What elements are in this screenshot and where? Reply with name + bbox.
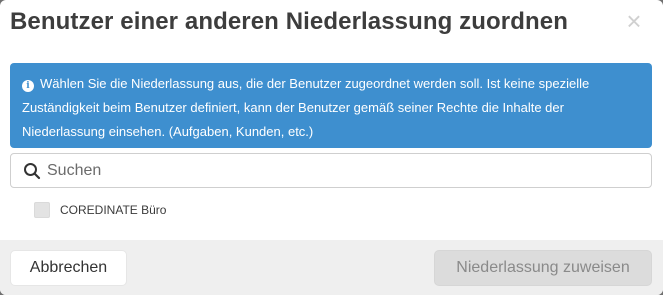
search-input[interactable] (47, 154, 643, 187)
dialog-footer: Abbrechen Niederlassung zuweisen (0, 240, 663, 295)
branch-checkbox[interactable] (34, 202, 50, 218)
search-box (10, 153, 652, 188)
cancel-button[interactable]: Abbrechen (10, 250, 127, 286)
assign-branch-dialog: Benutzer einer anderen Niederlassung zuo… (0, 0, 663, 295)
branch-option[interactable]: COREDINATE Büro (34, 201, 166, 219)
info-icon: i (22, 80, 34, 92)
branch-option-label: COREDINATE Büro (60, 203, 167, 217)
info-text: Wählen Sie die Niederlassung aus, die de… (22, 76, 590, 139)
info-alert: i Wählen Sie die Niederlassung aus, die d… (10, 63, 652, 148)
dialog-title: Benutzer einer anderen Niederlassung zuo… (10, 8, 568, 35)
search-icon (24, 163, 41, 180)
close-icon[interactable]: × (623, 8, 645, 34)
assign-branch-button[interactable]: Niederlassung zuweisen (434, 250, 652, 286)
